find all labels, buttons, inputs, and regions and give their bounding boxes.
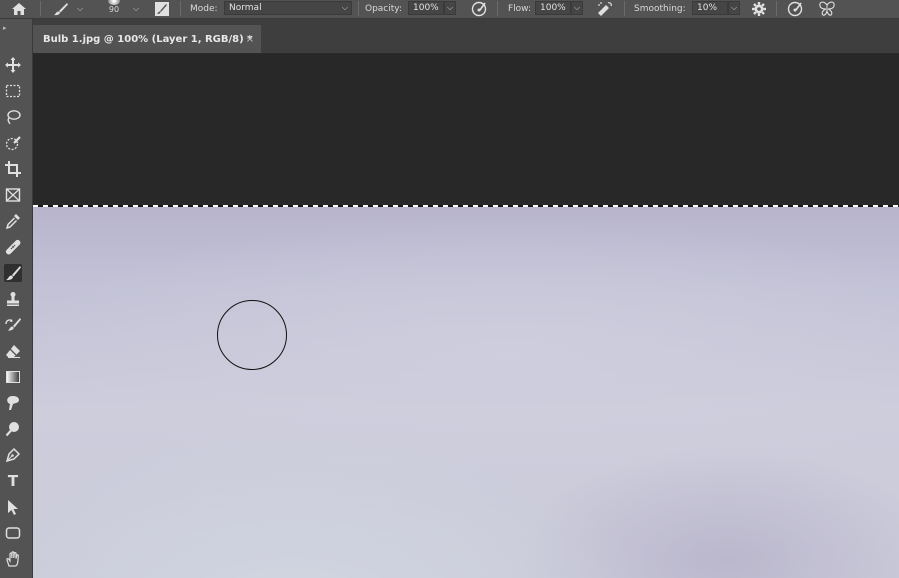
stamp-icon — [7, 292, 19, 306]
crop-tool[interactable] — [4, 160, 22, 178]
separator — [776, 1, 777, 16]
clone-stamp-tool[interactable] — [4, 290, 22, 308]
rectangle-icon — [5, 527, 21, 539]
pressure-opacity-icon[interactable] — [470, 0, 488, 18]
hand-icon — [6, 551, 19, 567]
marquee-icon — [5, 84, 21, 98]
pen-tool[interactable] — [4, 446, 22, 464]
smudge-tool[interactable] — [4, 394, 22, 412]
history-brush-tool[interactable] — [4, 316, 22, 334]
eyedropper-icon — [5, 214, 20, 229]
document-canvas[interactable] — [33, 205, 899, 578]
healing-brush-tool[interactable] — [4, 238, 22, 256]
flow-slider-dropdown[interactable]: ⌵ — [571, 1, 583, 15]
type-icon: T — [7, 472, 19, 490]
pressure-size-icon[interactable] — [786, 0, 804, 18]
document-tab[interactable]: Bulb 1.jpg @ 100% (Layer 1, RGB/8) * — [33, 25, 261, 53]
lasso-icon — [7, 110, 21, 125]
arrow-icon — [8, 500, 18, 515]
mode-value: Normal — [229, 3, 262, 13]
separator — [180, 1, 181, 16]
crop-icon — [5, 161, 21, 177]
toolbox-collapse-handle[interactable]: ▸ — [3, 24, 11, 32]
close-icon[interactable]: × — [243, 32, 257, 46]
flow-label: Flow: — [508, 4, 532, 14]
brush-cursor — [217, 300, 287, 370]
move-tool[interactable] — [4, 56, 22, 74]
selection-marquee — [33, 205, 899, 207]
flow-input[interactable]: 100% — [535, 1, 571, 15]
separator — [624, 1, 625, 16]
smoothing-label: Smoothing: — [634, 4, 686, 14]
frame-icon — [5, 188, 21, 202]
frame-tool[interactable] — [4, 186, 22, 204]
airbrush-icon[interactable] — [596, 0, 614, 18]
rectangle-tool[interactable] — [4, 524, 22, 542]
brush-size-dropdown[interactable]: ⌵ — [133, 0, 139, 18]
brush-preset-icon[interactable] — [52, 0, 70, 18]
brush-size-value: 90 — [108, 5, 120, 14]
quick-selection-tool[interactable] — [4, 134, 22, 152]
mode-label: Mode: — [190, 4, 218, 14]
brush-tool[interactable] — [4, 264, 22, 282]
hand-tool[interactable] — [4, 550, 22, 568]
smoothing-input[interactable]: 10% — [692, 1, 728, 15]
eraser-icon — [6, 345, 20, 358]
history-brush-icon — [5, 318, 21, 331]
brush-settings-panel-icon[interactable] — [153, 0, 171, 18]
rectangular-marquee-tool[interactable] — [4, 82, 22, 100]
pen-icon — [5, 447, 21, 463]
separator — [358, 1, 359, 16]
brush-preset-dropdown[interactable]: ⌵ — [77, 0, 83, 18]
brush-icon — [6, 266, 21, 281]
mode-select[interactable]: Normal ⌵ — [224, 1, 352, 15]
quick-selection-icon — [5, 136, 21, 151]
opacity-slider-dropdown[interactable]: ⌵ — [444, 1, 456, 15]
move-icon — [5, 57, 21, 73]
document-tab-bar: Bulb 1.jpg @ 100% (Layer 1, RGB/8) * × — [33, 19, 899, 54]
options-bar: ⌵ 90 ⌵ Mode: Normal ⌵ Opacity: 100% ⌵ Fl… — [0, 0, 899, 19]
chevron-down-icon: ⌵ — [341, 3, 348, 12]
type-tool[interactable]: T — [4, 472, 22, 490]
home-icon[interactable] — [10, 0, 28, 18]
gradient-icon — [6, 371, 20, 383]
gradient-tool[interactable] — [4, 368, 22, 386]
smudge-icon — [7, 396, 19, 410]
lasso-tool[interactable] — [4, 108, 22, 126]
opacity-input[interactable]: 100% — [408, 1, 444, 15]
bandage-icon — [5, 239, 21, 255]
dodge-tool[interactable] — [4, 420, 22, 438]
document-tab-title: Bulb 1.jpg @ 100% (Layer 1, RGB/8) * — [43, 33, 253, 45]
path-selection-tool[interactable] — [4, 498, 22, 516]
dodge-icon — [5, 422, 19, 437]
canvas-workspace[interactable] — [33, 54, 899, 578]
separator — [40, 1, 41, 16]
eraser-tool[interactable] — [4, 342, 22, 360]
eyedropper-tool[interactable] — [4, 212, 22, 230]
toolbox: ▸ T — [0, 19, 33, 578]
brush-size-picker[interactable]: 90 — [108, 0, 120, 19]
opacity-label: Opacity: — [365, 4, 402, 14]
symmetry-butterfly-icon[interactable] — [818, 0, 836, 18]
gear-icon[interactable] — [750, 0, 768, 18]
smoothing-slider-dropdown[interactable]: ⌵ — [728, 1, 740, 15]
separator — [497, 1, 498, 16]
